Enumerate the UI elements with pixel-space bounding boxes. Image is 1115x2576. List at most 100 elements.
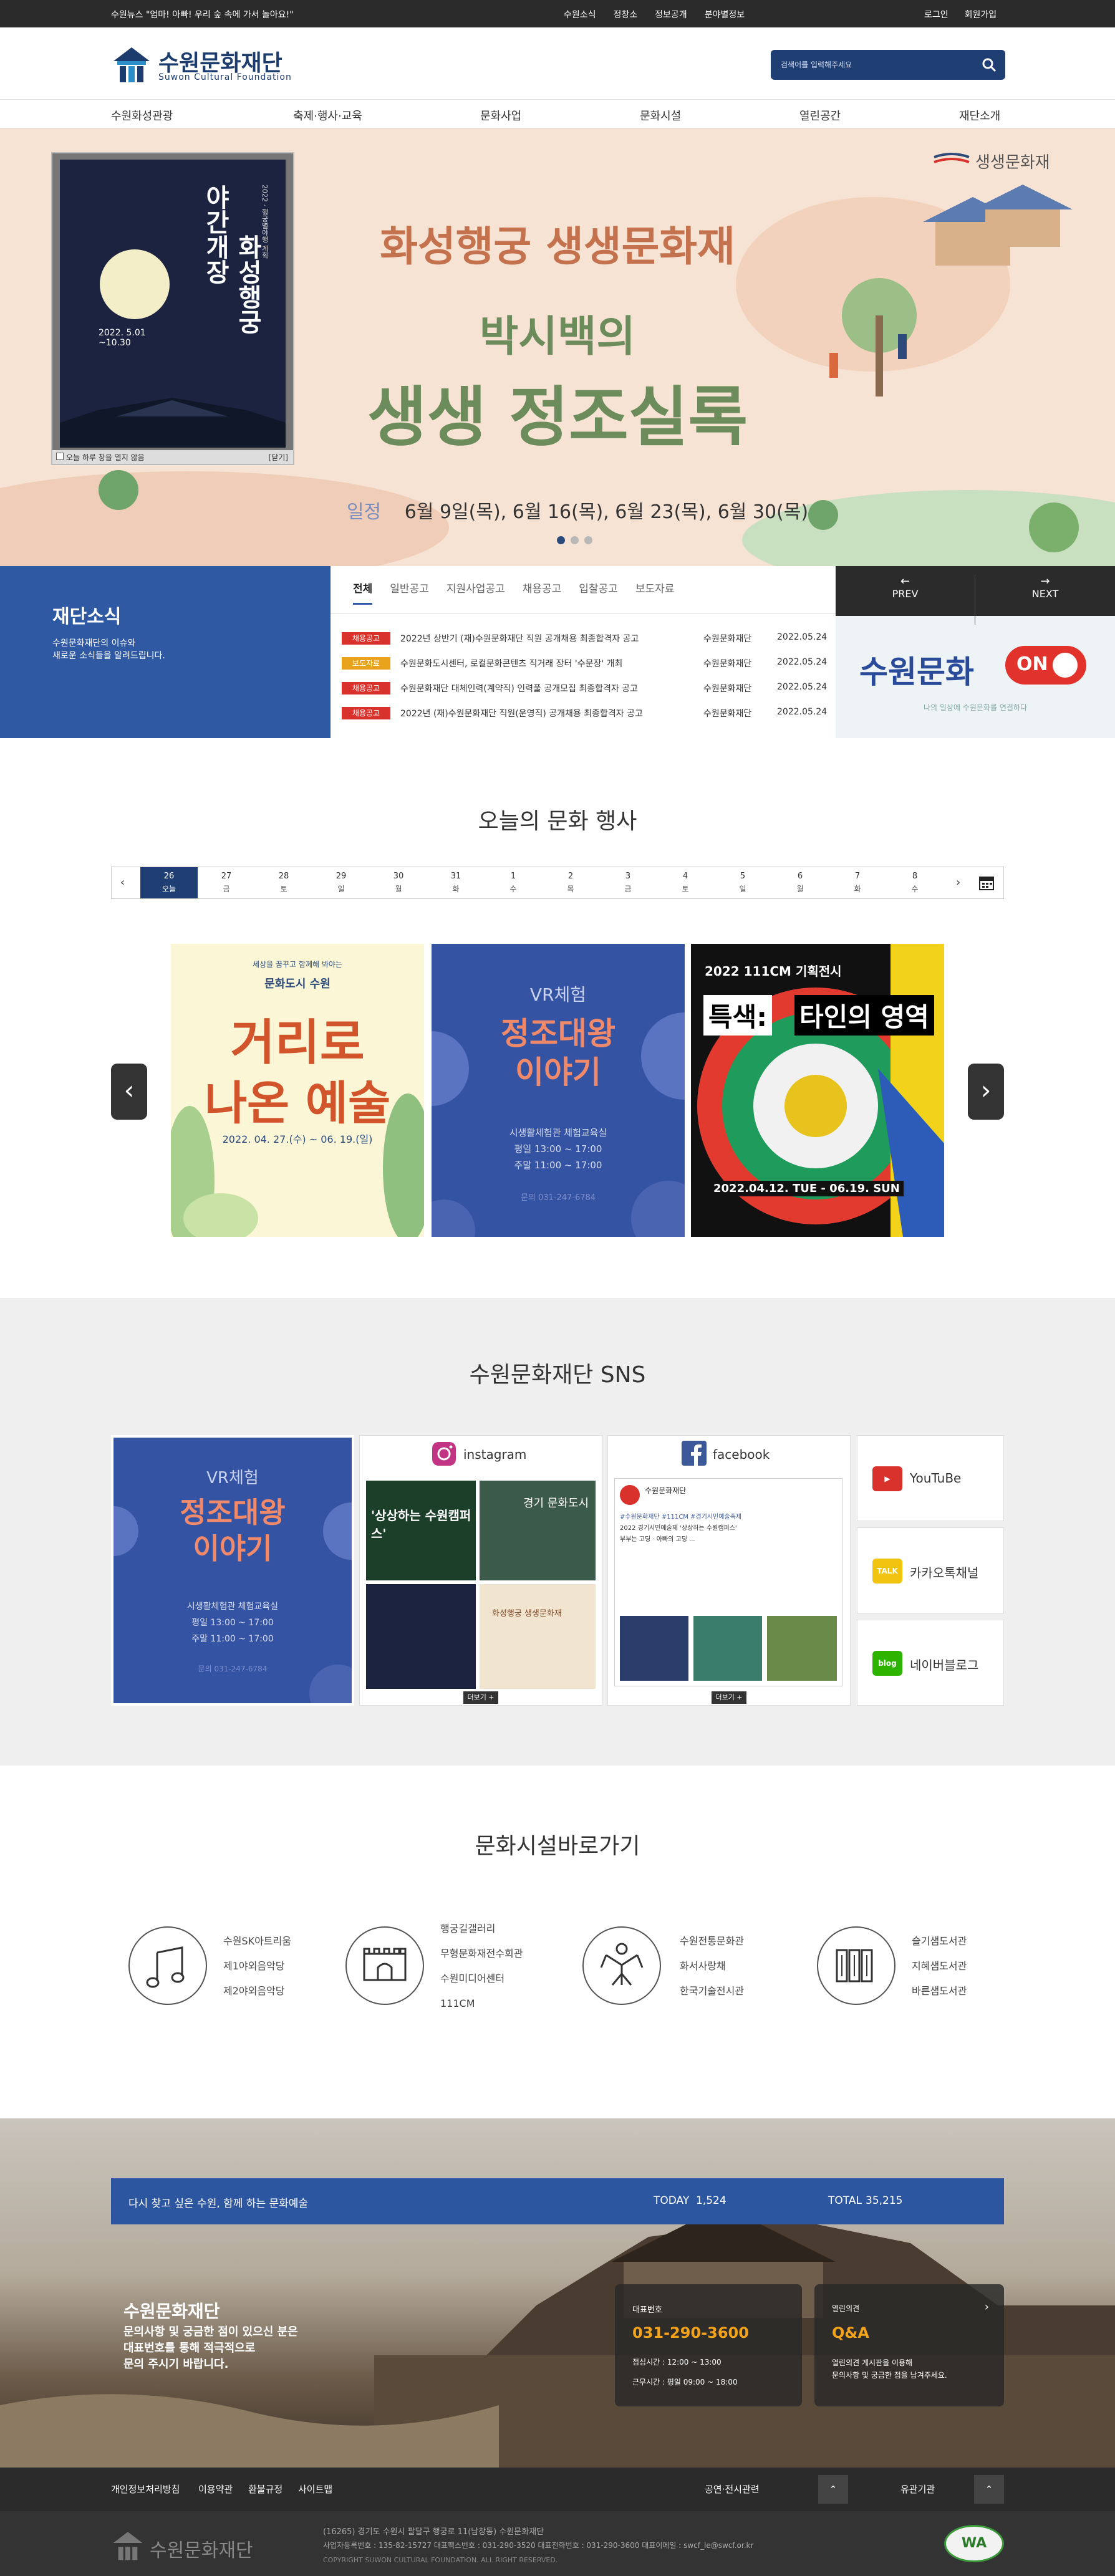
news-title-link[interactable]: 수원문화재단 대체인력(계약직) 인력풀 공개모집 최종합격자 공고 — [400, 682, 687, 694]
insta-tile-2[interactable]: 경기 문화도시 — [480, 1481, 596, 1580]
date-prev-arrow[interactable]: ‹ — [120, 876, 125, 889]
tab-press-release[interactable]: 보도자료 — [635, 580, 675, 605]
footer-related-performance[interactable]: 공연·전시관련 — [705, 2482, 760, 2496]
books-icon[interactable] — [817, 1926, 895, 2005]
facility-link[interactable]: 한국기술전시관 — [680, 1979, 744, 2004]
top-link-field-info[interactable]: 분야별정보 — [705, 8, 745, 21]
facility-link[interactable]: 바른샘도서관 — [912, 1979, 967, 2004]
insta-tile-1[interactable]: '상상하는 수원캠퍼스' — [366, 1481, 476, 1580]
date-item[interactable]: 1수 — [485, 867, 542, 898]
nav-open-space[interactable]: 열린공간 — [799, 107, 841, 123]
related1-toggle-button[interactable]: ⌃ — [818, 2475, 848, 2504]
date-number: 2 — [567, 872, 574, 881]
facility-link[interactable]: 슬기샘도서관 — [912, 1929, 967, 1954]
event-card-vr-king-jeongjo[interactable]: VR체험 정조대왕 이야기 시생활체험관 체험교육실 평일 13:00 ~ 17… — [432, 944, 685, 1237]
facebook-card[interactable]: facebook 수원문화재단 #수원문화재단 #111CM #경기시민예술축제… — [607, 1435, 851, 1706]
top-news-text[interactable]: 수원뉴스 "엄마! 아빠! 우리 숲 속에 가서 놀아요!" — [111, 8, 294, 21]
music-note-icon[interactable] — [128, 1926, 207, 2005]
facebook-post[interactable]: 수원문화재단 #수원문화재단 #111CM #경기시민예술축제 2022 경기시… — [614, 1478, 842, 1686]
nav-suwon-hwaseong-tour[interactable]: 수원화성관광 — [111, 107, 173, 123]
sns-featured-card[interactable]: VR체험 정조대왕 이야기 시생활체험관 체험교육실 평일 13:00 ~ 17… — [111, 1435, 354, 1706]
suwon-culture-on-banner[interactable]: 수원문화 ON 나의 일상에 수원문화를 연결하다 — [836, 616, 1115, 738]
facebook-more-button[interactable]: 더보기 + — [712, 1691, 746, 1704]
date-item[interactable]: 6월 — [771, 867, 829, 898]
date-item[interactable]: 7화 — [829, 867, 886, 898]
footer-sitemap-link[interactable]: 사이트맵 — [298, 2482, 332, 2496]
facility-link[interactable]: 행궁길갤러리 — [440, 1916, 523, 1941]
search-icon[interactable] — [982, 57, 997, 72]
tab-support-notice[interactable]: 지원사업공고 — [446, 580, 505, 605]
hero-dot-2[interactable] — [571, 536, 579, 544]
hero-dot-3[interactable] — [584, 536, 592, 544]
sns-link-youtube[interactable]: ▶ YouTuBe — [857, 1435, 1004, 1521]
web-accessibility-mark[interactable]: WA — [944, 2525, 1004, 2562]
date-item[interactable]: 8수 — [886, 867, 944, 898]
insta-tile-3[interactable] — [366, 1584, 476, 1689]
facility-link[interactable]: 화서사랑채 — [680, 1954, 744, 1979]
facility-link[interactable]: 무형문화재전수회관 — [440, 1941, 523, 1966]
tab-all[interactable]: 전체 — [353, 580, 373, 605]
date-item[interactable]: 3금 — [599, 867, 657, 898]
news-row[interactable]: 보도자료 수원문화도시센터, 로컬문화콘텐츠 직거래 장터 '수문장' 개최 수원문… — [342, 655, 828, 671]
login-link[interactable]: 로그인 — [924, 8, 948, 21]
event-card-111cm-exhibition[interactable]: 2022 111CM 기획전시 특색: 타인의 영역 2022.04.12. T… — [691, 944, 944, 1237]
tab-bid-notice[interactable]: 입찰공고 — [579, 580, 618, 605]
site-logo[interactable]: 수원문화재단 Suwon Cultural Foundation — [111, 42, 298, 85]
facility-link[interactable]: 수원미디어센터 — [440, 1966, 523, 1991]
footer-privacy-link[interactable]: 개인정보처리방침 — [111, 2482, 180, 2496]
news-row[interactable]: 채용공고 2022년 상반기 (재)수원문화재단 직원 공개채용 최종합격자 공고… — [342, 630, 828, 646]
top-link-petition[interactable]: 정창소 — [614, 8, 638, 21]
news-row[interactable]: 채용공고 2022년 (재)수원문화재단 직원(운영직) 공개채용 최종합격자 공… — [342, 704, 828, 721]
top-link-info-disclosure[interactable]: 정보공개 — [655, 8, 687, 21]
facility-link[interactable]: 111CM — [440, 1991, 523, 2016]
calendar-icon[interactable] — [978, 875, 995, 891]
news-prev-label: PREV — [892, 588, 919, 600]
facility-link[interactable]: 제2야외음악당 — [223, 1979, 291, 2004]
tab-general-notice[interactable]: 일반공고 — [390, 580, 429, 605]
tab-recruit-notice[interactable]: 채용공고 — [523, 580, 562, 605]
date-next-arrow[interactable]: › — [956, 876, 960, 889]
date-item[interactable]: 28 토 — [255, 867, 312, 898]
footer-refund-link[interactable]: 환불규정 — [248, 2482, 282, 2496]
date-item[interactable]: 2목 — [542, 867, 599, 898]
date-item[interactable]: 30 월 — [370, 867, 427, 898]
news-row[interactable]: 채용공고 수원문화재단 대체인력(계약직) 인력풀 공개모집 최종합격자 공고 수원… — [342, 680, 828, 696]
search-input[interactable] — [781, 57, 968, 72]
nav-culture-business[interactable]: 문화사업 — [480, 107, 521, 123]
event-card-street-art[interactable]: 세상을 꿈꾸고 함께해 봐야는 문화도시 수원 거리로 나온 예술 2022. … — [171, 944, 424, 1237]
news-title-link[interactable]: 2022년 (재)수원문화재단 직원(운영직) 공개채용 최종합격자 공고 — [400, 707, 687, 719]
date-item[interactable]: 5일 — [714, 867, 771, 898]
footer-related-org[interactable]: 유관기관 — [900, 2482, 935, 2496]
footer-terms-link[interactable]: 이용약관 — [198, 2482, 233, 2496]
facility-link[interactable]: 제1야외음악당 — [223, 1954, 291, 1979]
events-prev-arrow[interactable]: ‹ — [111, 1064, 147, 1120]
qa-info-box[interactable]: 열린의견 › Q&A 열린의견 게시판을 이용해 문의사항 및 궁금한 점을 남… — [814, 2284, 1004, 2406]
nav-festival-events[interactable]: 축제·행사·교육 — [293, 107, 362, 123]
date-item[interactable]: 27 금 — [198, 867, 255, 898]
news-title-link[interactable]: 2022년 상반기 (재)수원문화재단 직원 공개채용 최종합격자 공고 — [400, 632, 687, 645]
sns-link-naver-blog[interactable]: blog 네이버블로그 — [857, 1620, 1004, 1706]
signup-link[interactable]: 회원가입 — [965, 8, 997, 21]
insta-tile-4[interactable]: 화성행궁 생생문화재 — [480, 1584, 596, 1689]
dance-mask-icon[interactable] — [582, 1926, 661, 2005]
top-link-news[interactable]: 수원소식 — [564, 8, 596, 21]
hero-dot-1[interactable] — [557, 536, 565, 544]
related2-toggle-button[interactable]: ⌃ — [974, 2475, 1004, 2504]
instagram-card[interactable]: instagram '상상하는 수원캠퍼스' 경기 문화도시 화성행궁 생생문화… — [359, 1435, 602, 1706]
nav-culture-facilities[interactable]: 문화시설 — [640, 107, 681, 123]
sns-link-kakaotalk[interactable]: TALK 카카오톡채널 — [857, 1527, 1004, 1613]
instagram-more-button[interactable]: 더보기 + — [463, 1691, 498, 1704]
phone-number[interactable]: 031-290-3600 — [632, 2324, 749, 2342]
date-item[interactable]: 31 화 — [427, 867, 485, 898]
news-title-link[interactable]: 수원문화도시센터, 로컬문화콘텐츠 직거래 장터 '수문장' 개최 — [400, 657, 687, 670]
date-item[interactable]: 4토 — [657, 867, 714, 898]
facility-link[interactable]: 지혜샘도서관 — [912, 1954, 967, 1979]
date-item[interactable]: 26 오늘 — [140, 867, 198, 898]
events-next-arrow[interactable]: › — [968, 1064, 1004, 1120]
date-item[interactable]: 29 일 — [312, 867, 370, 898]
facility-link[interactable]: 수원전통문화관 — [680, 1929, 744, 1954]
facility-link[interactable]: 수원SK아트리움 — [223, 1929, 291, 1954]
fortress-gate-icon[interactable] — [345, 1926, 424, 2005]
hero-banner[interactable]: 야간개장 화성행궁 2022 · 행궁별야행 계획 2022. 5.01 ~10… — [0, 128, 1115, 566]
nav-foundation-intro[interactable]: 재단소개 — [959, 107, 1000, 123]
